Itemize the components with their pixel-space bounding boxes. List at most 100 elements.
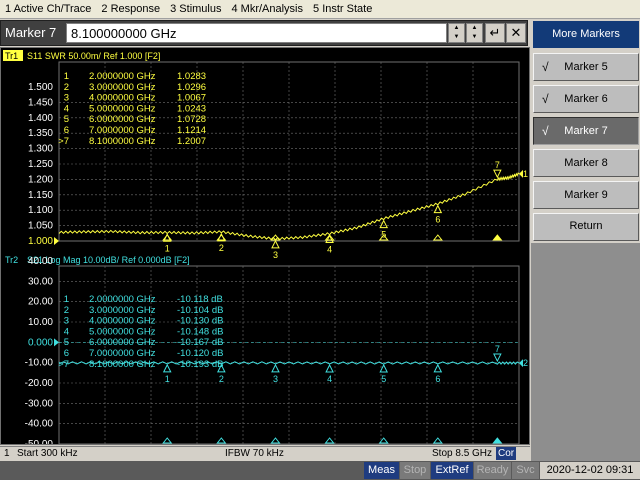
trace2-badge[interactable]: Tr2 bbox=[5, 255, 18, 265]
softkey-panel: More Markers √ Marker 5 √ Marker 6 √ Mar… bbox=[531, 20, 640, 462]
trace1-marker-3-icon[interactable] bbox=[271, 239, 280, 249]
trace1-marker-6-label: 6 bbox=[435, 215, 440, 225]
instrument-status-bar: Meas Stop ExtRef Ready Svc 2020-12-02 09… bbox=[0, 461, 640, 480]
trace-plot: Tr1 S11 SWR 50.00m/ Ref 1.000 [F2] 1.500 1.… bbox=[3, 50, 528, 444]
trace2-table-id: 5 bbox=[64, 337, 69, 348]
measurement-display: Tr1 S11 SWR 50.00m/ Ref 1.000 [F2] 1.500 1.… bbox=[0, 47, 530, 445]
close-entry-button[interactable]: ✕ bbox=[506, 23, 526, 43]
softkey-empty-area bbox=[531, 243, 640, 462]
trace2-scale-label: 30.00 bbox=[28, 276, 53, 287]
softkey-label: Marker 7 bbox=[564, 125, 608, 137]
trace2-table-value: -10.167 dB bbox=[177, 337, 223, 348]
trace2-stimulus-marker-icon bbox=[492, 437, 503, 444]
softkey-marker-9[interactable]: Marker 9 bbox=[533, 181, 639, 209]
trace2-marker-4-label: 4 bbox=[327, 374, 332, 384]
trace1-stimulus-marker-icon bbox=[324, 234, 335, 241]
entry-bar: Marker 7 ▲ ▼ ▲ ▼ ↵ ✕ bbox=[0, 20, 528, 46]
trace1-table-value: 1.0243 bbox=[177, 103, 206, 114]
fine-spin-button[interactable]: ▲ ▼ bbox=[466, 23, 483, 43]
trace1-scale-label: 1.150 bbox=[28, 190, 53, 201]
trace2-scale-label: -30.00 bbox=[25, 398, 54, 409]
trace2-table-id: 3 bbox=[64, 316, 69, 327]
trace2-window: Tr2 S21 Log Mag 10.00dB/ Ref 0.000dB [F2]… bbox=[5, 255, 528, 444]
trace1-badge[interactable]: Tr1 bbox=[5, 51, 18, 61]
menu-mkr-analysis[interactable]: 4 Mkr/Analysis bbox=[226, 0, 308, 19]
trace1-end-label: 1 bbox=[523, 169, 528, 179]
trace1-table-value: 1.0728 bbox=[177, 114, 206, 125]
trace2-table-id: 4 bbox=[64, 326, 69, 337]
trace2-marker-3-label: 3 bbox=[273, 374, 278, 384]
trace2-table-freq: 4.0000000 GHz bbox=[89, 316, 156, 327]
softkey-marker-5[interactable]: √ Marker 5 bbox=[533, 53, 639, 81]
trace2-table-freq: 6.0000000 GHz bbox=[89, 337, 156, 348]
trace2-scale-label: 40.00 bbox=[28, 256, 53, 267]
trace1-table-value: 1.1214 bbox=[177, 125, 206, 136]
trace2-marker-3-icon[interactable] bbox=[271, 363, 280, 373]
trace1-table-id: 6 bbox=[64, 125, 69, 136]
enter-button[interactable]: ↵ bbox=[485, 23, 505, 43]
trace2-ref-label: 0.000 bbox=[28, 337, 53, 348]
stop-frequency: Stop 8.5 GHz bbox=[432, 448, 493, 459]
trace2-table-id: >7 bbox=[58, 359, 69, 370]
trace1-table-id: 3 bbox=[64, 93, 69, 104]
softkey-label: Marker 9 bbox=[564, 189, 608, 201]
trace1-table-id: 4 bbox=[64, 103, 69, 114]
softkey-marker-8[interactable]: Marker 8 bbox=[533, 149, 639, 177]
trace1-marker-5-icon[interactable] bbox=[379, 219, 389, 229]
trace1-marker-3-label: 3 bbox=[273, 250, 278, 260]
trace2-stimulus-marker-icon bbox=[216, 437, 227, 444]
trace2-table-value: -10.193 dB bbox=[177, 359, 223, 370]
trace2-scale-label: -20.00 bbox=[25, 378, 54, 389]
spin-down-icon: ▼ bbox=[453, 34, 460, 40]
trace1-table-value: 1.0296 bbox=[177, 82, 206, 93]
softkey-label: Marker 5 bbox=[564, 61, 608, 73]
trace1-scale-label: 1.250 bbox=[28, 159, 53, 170]
menu-bar: 1 Active Ch/Trace 2 Response 3 Stimulus … bbox=[0, 0, 640, 19]
menu-stimulus[interactable]: 3 Stimulus bbox=[165, 0, 226, 19]
start-frequency: Start 300 kHz bbox=[17, 448, 78, 459]
softkey-title: More Markers bbox=[533, 21, 639, 48]
trace1-window: Tr1 S11 SWR 50.00m/ Ref 1.000 [F2] 1.500 1.… bbox=[3, 50, 528, 260]
softkey-label: Marker 8 bbox=[564, 157, 608, 169]
trace1-stimulus-marker-icon bbox=[216, 234, 227, 241]
trace2-scale-label: -50.00 bbox=[25, 439, 54, 444]
trace1-marker-7-icon[interactable] bbox=[493, 169, 502, 179]
trace2-marker-6-label: 6 bbox=[435, 374, 440, 384]
trace1-marker-1-label: 1 bbox=[165, 243, 170, 253]
date-time: 2020-12-02 09:31 bbox=[540, 462, 640, 479]
trace1-scale-label: 1.300 bbox=[28, 144, 53, 155]
trace2-table-freq: 2.0000000 GHz bbox=[89, 294, 156, 305]
trace1-table-id: 5 bbox=[64, 114, 69, 125]
trace2-marker-2-label: 2 bbox=[219, 374, 224, 384]
trace2-marker-6-icon[interactable] bbox=[433, 363, 443, 373]
trace1-marker-7-label: 7 bbox=[495, 160, 500, 170]
softkey-marker-6[interactable]: √ Marker 6 bbox=[533, 85, 639, 113]
menu-active-ch-trace[interactable]: 1 Active Ch/Trace bbox=[0, 0, 96, 19]
trace2-table-id: 6 bbox=[64, 348, 69, 359]
trace2-table-value: -10.104 dB bbox=[177, 305, 223, 316]
trace1-scale-label: 1.400 bbox=[28, 113, 53, 124]
trace1-ref-label: 1.000 bbox=[28, 236, 53, 247]
coarse-spin-button[interactable]: ▲ ▼ bbox=[448, 23, 465, 43]
trace1-marker-6-icon[interactable] bbox=[433, 204, 443, 214]
trace1-table-value: 1.0067 bbox=[177, 93, 206, 104]
softkey-marker-7[interactable]: √ Marker 7 bbox=[533, 117, 639, 145]
trace1-scale-label: 1.100 bbox=[28, 205, 53, 216]
trace2-scale-label: -10.00 bbox=[25, 358, 54, 369]
trace2-stimulus-marker-icon bbox=[324, 437, 335, 444]
trace2-table-id: 1 bbox=[64, 294, 69, 305]
softkey-return[interactable]: Return bbox=[533, 213, 639, 241]
trace2-table-freq: 5.0000000 GHz bbox=[89, 326, 156, 337]
trace2-ref-arrow-icon bbox=[54, 338, 59, 347]
trace2-marker-1-icon[interactable] bbox=[162, 363, 172, 373]
trace2-table-freq: 3.0000000 GHz bbox=[89, 305, 156, 316]
trace2-marker-4-icon[interactable] bbox=[325, 363, 334, 373]
stop-indicator: Stop bbox=[400, 462, 430, 479]
menu-instr-state[interactable]: 5 Instr State bbox=[308, 0, 377, 19]
menu-response[interactable]: 2 Response bbox=[96, 0, 165, 19]
trace2-scale-label: -40.00 bbox=[25, 419, 54, 430]
trace2-marker-7-icon[interactable] bbox=[493, 353, 502, 363]
spin-up-icon: ▲ bbox=[453, 25, 460, 31]
close-icon: ✕ bbox=[510, 25, 522, 40]
marker-frequency-input[interactable] bbox=[66, 23, 447, 43]
